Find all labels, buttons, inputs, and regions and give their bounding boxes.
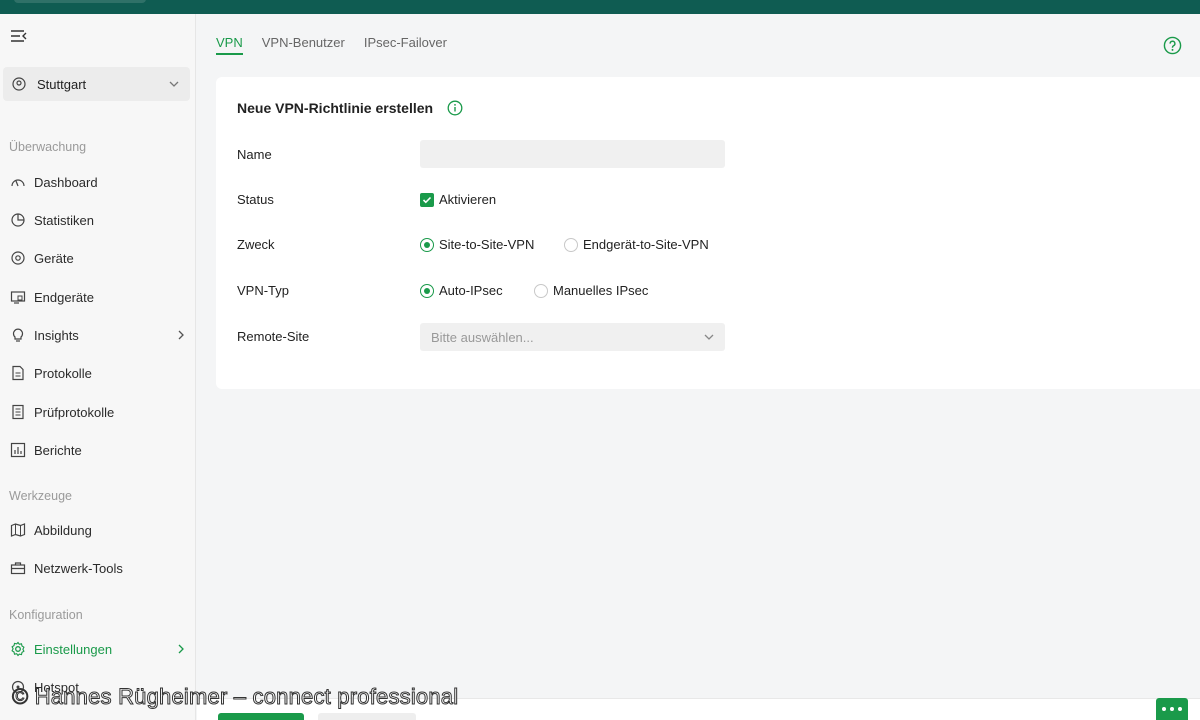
sidebar-item-label: Dashboard [34, 174, 98, 190]
tab-ipsec-failover[interactable]: IPsec-Failover [364, 35, 447, 55]
dot-icon [1170, 707, 1174, 711]
vpn-type-auto-ipsec-radio[interactable]: Auto-IPsec [420, 283, 503, 298]
vpn-policy-card: Neue VPN-Richtlinie erstellen Name Statu… [216, 77, 1200, 389]
checkmark-icon [422, 196, 432, 203]
sidebar-item-statistics[interactable]: Statistiken [0, 204, 196, 236]
chevron-right-icon [178, 644, 184, 654]
tab-vpn-users[interactable]: VPN-Benutzer [262, 35, 345, 55]
purpose-site-to-site-radio[interactable]: Site-to-Site-VPN [420, 237, 534, 252]
site-selector[interactable]: Stuttgart [3, 67, 190, 101]
copyright-watermark: © Hannes Rügheimer – connect professiona… [11, 684, 459, 710]
sidebar-item-label: Berichte [34, 442, 82, 458]
status-option-label: Aktivieren [439, 192, 497, 207]
top-bar [0, 0, 1200, 14]
remote-site-select[interactable]: Bitte auswählen... [420, 323, 725, 351]
sidebar-item-settings[interactable]: Einstellungen [0, 633, 196, 665]
sidebar-item-map[interactable]: Abbildung [0, 514, 196, 546]
sidebar-item-label: Netzwerk-Tools [34, 560, 123, 576]
purpose-client-to-site-radio[interactable]: Endgerät-to-Site-VPN [564, 237, 709, 252]
dot-icon [1178, 707, 1182, 711]
sidebar-item-logs[interactable]: Protokolle [0, 357, 196, 389]
main-content: VPN VPN-Benutzer IPsec-Failover Neue VPN… [197, 14, 1200, 720]
sidebar-item-label: Endgeräte [34, 289, 94, 305]
radio-selected[interactable] [420, 283, 434, 298]
device-icon [11, 251, 25, 265]
pie-chart-icon [11, 213, 25, 227]
remote-site-placeholder: Bitte auswählen... [431, 329, 534, 345]
tab-vpn[interactable]: VPN [216, 35, 243, 55]
sidebar-item-devices[interactable]: Geräte [0, 242, 196, 274]
gear-icon [11, 641, 25, 657]
radio-label: Endgerät-to-Site-VPN [583, 237, 709, 252]
chevron-down-icon [704, 334, 714, 340]
section-title-config: Konfiguration [9, 608, 83, 622]
name-input[interactable] [420, 140, 725, 168]
sidebar-item-label: Geräte [34, 250, 74, 266]
section-title-monitoring: Überwachung [9, 140, 87, 154]
bar-chart-icon [10, 442, 26, 458]
sidebar-item-label: Einstellungen [34, 641, 113, 657]
cancel-button[interactable] [318, 713, 416, 720]
sidebar: Stuttgart Überwachung Dashboard Statisti… [0, 14, 196, 720]
sidebar-item-label: Abbildung [34, 522, 92, 538]
vpn-type-manual-ipsec-radio[interactable]: Manuelles IPsec [534, 283, 648, 298]
status-label: Status [237, 192, 274, 207]
vpn-type-label: VPN-Typ [237, 283, 290, 298]
lightbulb-icon [12, 328, 24, 342]
collapse-menu-icon[interactable] [10, 28, 28, 44]
apply-button[interactable] [218, 713, 304, 720]
list-document-icon [12, 404, 24, 420]
sidebar-item-label: Statistiken [34, 212, 94, 228]
more-options-button[interactable] [1156, 698, 1188, 720]
sidebar-item-label: Prüfprotokolle [34, 404, 115, 420]
sidebar-item-label: Insights [34, 327, 79, 343]
checkbox-checked[interactable] [420, 192, 434, 207]
sidebar-item-network-tools[interactable]: Netzwerk-Tools [0, 552, 196, 584]
radio-label: Site-to-Site-VPN [439, 237, 535, 252]
info-icon[interactable] [447, 100, 463, 116]
radio-unselected[interactable] [534, 283, 548, 298]
document-icon [12, 365, 24, 381]
tab-bar: VPN VPN-Benutzer IPsec-Failover [216, 35, 466, 55]
form-title: Neue VPN-Richtlinie erstellen [237, 100, 434, 116]
radio-selected[interactable] [420, 237, 434, 252]
sidebar-item-insights[interactable]: Insights [0, 319, 196, 351]
dot-icon [1162, 707, 1166, 711]
sidebar-item-reports[interactable]: Berichte [0, 434, 196, 466]
section-title-tools: Werkzeuge [9, 489, 72, 503]
status-enable-checkbox[interactable]: Aktivieren [420, 192, 496, 207]
radio-label: Manuelles IPsec [553, 283, 649, 298]
purpose-label: Zweck [237, 237, 275, 252]
location-pin-icon [12, 77, 26, 91]
sidebar-item-dashboard[interactable]: Dashboard [0, 166, 196, 198]
map-icon [10, 523, 26, 537]
top-bar-indicator [598, 0, 634, 2]
sidebar-item-label: Protokolle [34, 365, 92, 381]
top-bar-search[interactable] [14, 0, 146, 3]
sidebar-item-clients[interactable]: Endgeräte [0, 281, 196, 313]
site-selector-label: Stuttgart [37, 76, 87, 92]
help-icon[interactable] [1163, 36, 1182, 55]
chevron-down-icon [169, 81, 179, 87]
name-label: Name [237, 147, 272, 162]
gauge-icon [11, 179, 25, 187]
monitor-icon [10, 291, 26, 304]
sidebar-item-audit-logs[interactable]: Prüfprotokolle [0, 396, 196, 428]
toolbox-icon [10, 562, 26, 575]
radio-unselected[interactable] [564, 237, 578, 252]
radio-label: Auto-IPsec [439, 283, 503, 298]
chevron-right-icon [178, 330, 184, 340]
remote-site-label: Remote-Site [237, 329, 310, 344]
